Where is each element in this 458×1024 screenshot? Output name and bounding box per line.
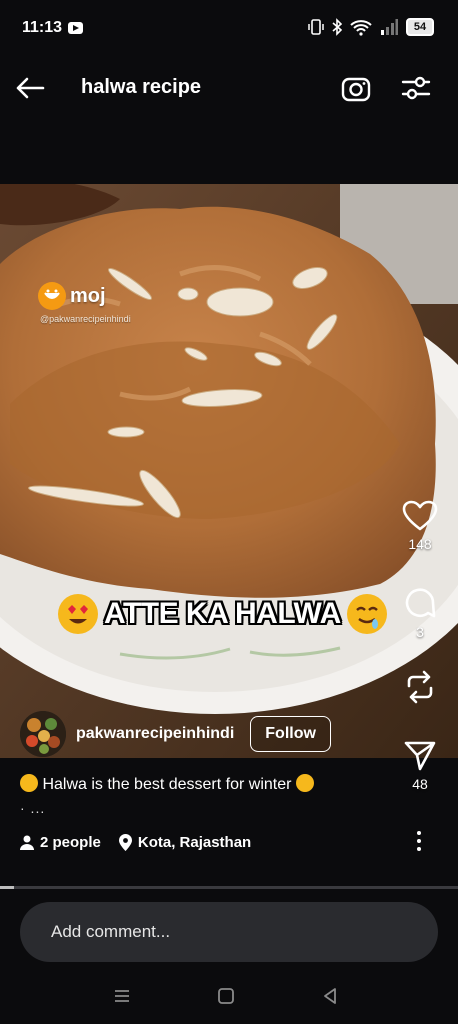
share-action[interactable]: 48 [392,740,448,792]
filter-icon [401,76,431,100]
person-icon [20,835,34,850]
location[interactable]: Kota, Rajasthan [118,834,252,851]
caption-text: Halwa is the best dessert for winter [42,776,292,793]
tagged-people[interactable]: 2 people [20,834,101,851]
comment-count: 3 [416,624,424,640]
status-time: 11:13 [22,19,63,36]
back-triangle-icon [324,988,336,1004]
post-meta: 2 people Kota, Rajasthan [20,834,251,851]
author-row: pakwanrecipeinhindi Follow [20,710,331,758]
video-progress-bar[interactable] [0,886,458,889]
more-options-button[interactable] [404,826,434,856]
back-nav-button[interactable] [316,984,344,1008]
battery-indicator: 54 [406,18,434,36]
back-arrow-icon [16,77,45,99]
page-title: halwa recipe [81,76,202,98]
moj-watermark: moj [38,282,106,310]
send-icon [404,741,436,771]
top-bar: halwa recipe [0,56,458,120]
location-label: Kota, Rajasthan [137,834,252,851]
recents-icon [115,990,129,1002]
yum-emoji-icon [295,774,314,792]
camera-icon [341,77,371,102]
filter-button[interactable] [398,70,434,106]
bluetooth-icon [332,18,342,36]
author-name[interactable]: pakwanrecipeinhindi [76,725,234,743]
repost-action[interactable] [392,670,448,704]
status-icons: 54 [308,18,434,36]
vibrate-icon [308,19,324,35]
youtube-notification-icon [68,22,83,34]
comment-placeholder: Add comment... [51,922,171,941]
heart-eyes-emoji-icon [20,774,38,792]
overlay-title: ATTE KA HALWA [104,597,341,630]
heart-eyes-emoji-icon [58,594,98,634]
watermark-handle: @pakwanrecipeinhindi [40,314,131,324]
signal-icon [381,19,398,35]
system-nav-bar [0,970,458,1024]
comment-input[interactable]: Add comment... [20,902,438,962]
follow-button[interactable]: Follow [250,716,331,752]
location-pin-icon [118,834,132,851]
recents-button[interactable] [108,984,136,1008]
back-button[interactable] [12,70,48,106]
watermark-brand: moj [70,284,106,307]
tagged-people-label: 2 people [40,834,101,851]
comment-action[interactable]: 3 [392,586,448,640]
video-player[interactable] [0,184,458,758]
video-progress-fill [0,886,14,889]
like-count: 148 [408,536,432,552]
like-action[interactable]: 148 [392,500,448,552]
caption-more[interactable]: · ... [20,800,45,816]
home-icon [218,988,234,1004]
avatar[interactable] [20,711,66,757]
heart-icon [402,500,438,531]
home-button[interactable] [212,984,240,1008]
halwa-video-frame [0,184,458,758]
post-caption[interactable]: Halwa is the best dessert for winter [20,774,380,796]
drooling-face-emoji-icon [346,594,387,634]
repost-icon [407,670,433,704]
moj-logo-icon [38,282,66,310]
comment-icon [405,588,436,618]
status-bar: 11:13 54 [0,0,458,56]
share-count: 48 [412,776,428,792]
camera-button[interactable] [338,70,374,106]
wifi-icon [350,20,372,36]
video-text-overlay: ATTE KA HALWA [58,594,387,634]
more-vert-icon [417,831,421,835]
